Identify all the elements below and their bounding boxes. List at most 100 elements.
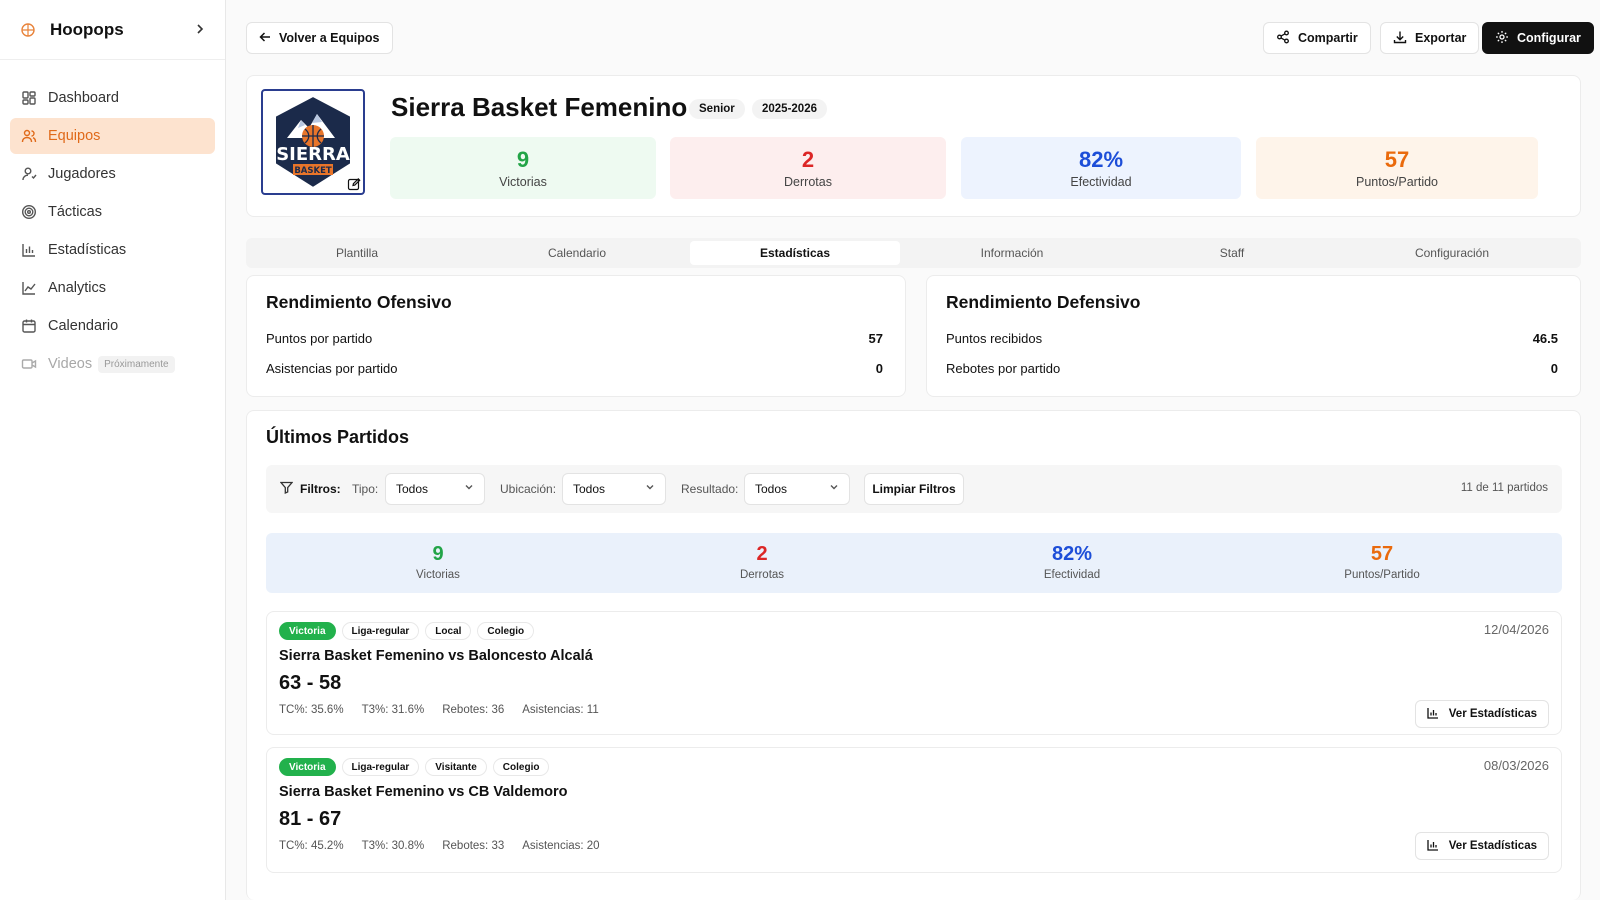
summary-value: 82%	[1051, 543, 1093, 565]
competition-tag: Liga-regular	[341, 758, 420, 776]
sidebar-item-label: Analytics	[48, 280, 107, 296]
share-icon	[1276, 30, 1290, 47]
chevron-down-icon	[829, 474, 839, 504]
target-icon	[20, 203, 38, 221]
summary-value: 2	[756, 543, 768, 565]
tab-informacion[interactable]: Información	[904, 241, 1120, 265]
calendar-icon	[20, 317, 38, 335]
sidebar-item-tacticas[interactable]: Tácticas	[10, 194, 215, 230]
tab-plantilla[interactable]: Plantilla	[249, 241, 465, 265]
tab-estadisticas[interactable]: Estadísticas	[690, 241, 900, 265]
row-value: 0	[875, 361, 883, 376]
sidebar-item-dashboard[interactable]: Dashboard	[10, 80, 215, 116]
filter-icon	[279, 481, 294, 497]
offense-row: Puntos por partido 57	[266, 331, 883, 346]
match-card: Victoria Liga-regular Visitante Colegio …	[266, 747, 1562, 873]
main-content: Volver a Equipos Compartir Exportar Conf…	[246, 0, 1594, 900]
chevron-down-icon	[464, 474, 474, 504]
match-card: Victoria Liga-regular Local Colegio 12/0…	[266, 611, 1562, 735]
stat-label: Efectividad	[1070, 175, 1132, 189]
view-stats-label: Ver Estadísticas	[1448, 840, 1537, 852]
match-score: 63 - 58	[279, 672, 342, 694]
configure-button[interactable]: Configurar	[1482, 22, 1594, 54]
match-stats: TC%: 35.6% T3%: 31.6% Rebotes: 36 Asiste…	[279, 704, 599, 716]
match-stat: Asistencias: 11	[522, 704, 599, 716]
sidebar-item-equipos[interactable]: Equipos	[10, 118, 215, 154]
sidebar-item-estadisticas[interactable]: Estadísticas	[10, 232, 215, 268]
defense-card: Rendimiento Defensivo Puntos recibidos 4…	[926, 275, 1581, 397]
team-logo[interactable]: SIERRA BASKET	[261, 89, 365, 195]
edit-icon[interactable]	[347, 177, 361, 191]
result-tag: Victoria	[279, 622, 336, 640]
bar-chart-icon	[1427, 707, 1439, 722]
summary-wins: 9 Victorias	[338, 543, 538, 581]
logo-text-sub: BASKET	[294, 166, 332, 176]
row-label: Puntos recibidos	[946, 331, 1043, 346]
top-toolbar: Volver a Equipos Compartir Exportar Conf…	[246, 22, 1594, 54]
stat-value: 2	[801, 147, 815, 172]
recent-games-card: Últimos Partidos Filtros: Tipo: Todos Ub…	[246, 410, 1581, 900]
export-button[interactable]: Exportar	[1380, 22, 1480, 54]
type-filter-select[interactable]: Todos	[385, 473, 485, 505]
video-icon	[20, 355, 38, 373]
stat-points-per-game: 57 Puntos/Partido	[1256, 137, 1538, 199]
tab-staff[interactable]: Staff	[1124, 241, 1340, 265]
view-stats-button[interactable]: Ver Estadísticas	[1414, 832, 1549, 860]
sidebar-item-jugadores[interactable]: Jugadores	[10, 156, 215, 192]
location-filter-select[interactable]: Todos	[562, 473, 666, 505]
row-value: 46.5	[1532, 331, 1558, 346]
sidebar-item-label: Calendario	[48, 318, 119, 334]
match-tags: Victoria Liga-regular Visitante Colegio	[279, 758, 550, 776]
stat-efficiency: 82% Efectividad	[961, 137, 1241, 199]
summary-points: 57 Puntos/Partido	[1282, 543, 1482, 581]
share-button[interactable]: Compartir	[1263, 22, 1371, 54]
summary-label: Efectividad	[1043, 569, 1101, 581]
stat-label: Victorias	[499, 175, 547, 189]
type-tag: Colegio	[492, 758, 550, 776]
row-label: Asistencias por partido	[266, 361, 398, 376]
view-stats-button[interactable]: Ver Estadísticas	[1414, 700, 1549, 728]
match-date: 12/04/2026	[1483, 622, 1549, 637]
brand-name: Hoopops	[50, 19, 124, 39]
sidebar-item-videos: Videos Próximamente	[10, 346, 215, 382]
back-label: Volver a Equipos	[279, 31, 380, 45]
match-tags: Victoria Liga-regular Local Colegio	[279, 622, 535, 640]
sidebar-item-label: Equipos	[48, 128, 101, 144]
match-stat: TC%: 45.2%	[279, 840, 344, 852]
summary-label: Victorias	[416, 569, 460, 581]
sidebar-item-analytics[interactable]: Analytics	[10, 270, 215, 306]
sidebar-item-calendario[interactable]: Calendario	[10, 308, 215, 344]
sidebar-item-label: Videos	[48, 356, 93, 372]
offense-card: Rendimiento Ofensivo Puntos por partido …	[246, 275, 906, 397]
season-badge: 2025-2026	[752, 99, 827, 119]
chevron-right-icon[interactable]	[195, 22, 205, 38]
row-label: Rebotes por partido	[946, 361, 1061, 376]
tab-configuracion[interactable]: Configuración	[1344, 241, 1560, 265]
sidebar-nav: Dashboard Equipos Jugadores Tácticas Est…	[0, 60, 225, 404]
match-score: 81 - 67	[279, 808, 342, 830]
brand-header: Hoopops	[0, 0, 225, 60]
match-stat: Rebotes: 36	[442, 704, 505, 716]
defense-title: Rendimiento Defensivo	[946, 292, 1141, 312]
stat-label: Puntos/Partido	[1356, 175, 1438, 189]
match-stat: Asistencias: 20	[522, 840, 600, 852]
bar-chart-icon	[20, 241, 38, 259]
back-to-teams-button[interactable]: Volver a Equipos	[246, 22, 393, 54]
select-value: Todos	[396, 482, 429, 496]
select-value: Todos	[573, 482, 606, 496]
defense-row: Puntos recibidos 46.5	[946, 331, 1558, 346]
result-filter-select[interactable]: Todos	[744, 473, 850, 505]
stat-wins: 9 Victorias	[390, 137, 656, 199]
filters-label: Filtros:	[300, 482, 341, 496]
tab-calendario[interactable]: Calendario	[469, 241, 685, 265]
summary-efficiency: 82% Efectividad	[972, 543, 1172, 581]
category-badge: Senior	[689, 99, 745, 119]
summary-value: 9	[432, 543, 444, 565]
clear-filters-button[interactable]: Limpiar Filtros	[864, 473, 964, 505]
sidebar: Hoopops Dashboard Equipos Jugadores Táct…	[0, 0, 226, 900]
select-value: Todos	[755, 482, 788, 496]
match-stat: T3%: 30.8%	[361, 840, 425, 852]
user-icon	[20, 165, 38, 183]
filters-bar: Filtros: Tipo: Todos Ubicación: Todos Re…	[266, 465, 1562, 513]
match-stat: TC%: 35.6%	[279, 704, 344, 716]
